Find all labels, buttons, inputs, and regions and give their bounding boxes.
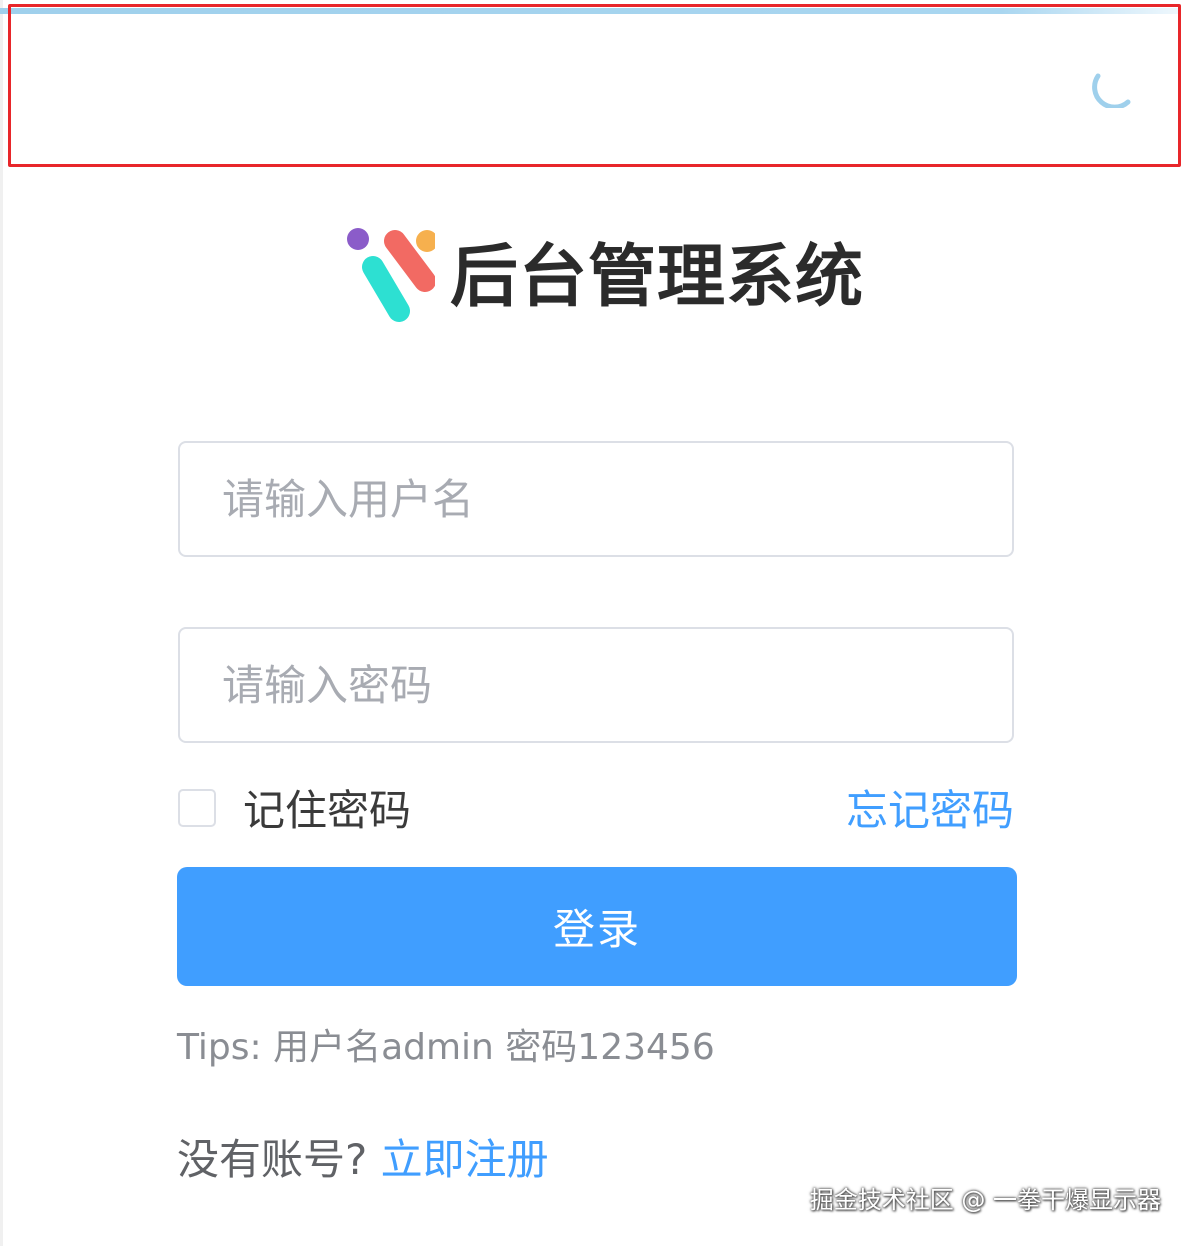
remember-password-label[interactable]: 记住密码 [243, 784, 411, 838]
login-page: 后台管理系统 记住密码 忘记密码 登录 Tips: 用户名admin 密码123… [0, 0, 1191, 1246]
username-field-wrapper [178, 441, 1014, 557]
left-edge-divider [0, 0, 3, 1246]
login-button[interactable]: 登录 [177, 867, 1017, 986]
watermark-text: 掘金技术社区 @ 一拳干爆显示器 [809, 1186, 1161, 1214]
forgot-password-link[interactable]: 忘记密码 [846, 784, 1014, 838]
register-link[interactable]: 立即注册 [381, 1135, 549, 1184]
register-row: 没有账号? 立即注册 [177, 1133, 549, 1187]
app-title: 后台管理系统 [450, 238, 865, 317]
app-logo-icon [347, 228, 435, 322]
remember-password-checkbox[interactable] [178, 789, 216, 827]
no-account-label: 没有账号? [177, 1135, 368, 1184]
username-input[interactable] [180, 443, 1012, 555]
loading-spinner-icon [1092, 73, 1131, 108]
annotation-highlight-box [8, 4, 1181, 167]
password-input[interactable] [180, 629, 1012, 741]
password-field-wrapper [178, 627, 1014, 743]
login-tips: Tips: 用户名admin 密码123456 [177, 1027, 715, 1068]
